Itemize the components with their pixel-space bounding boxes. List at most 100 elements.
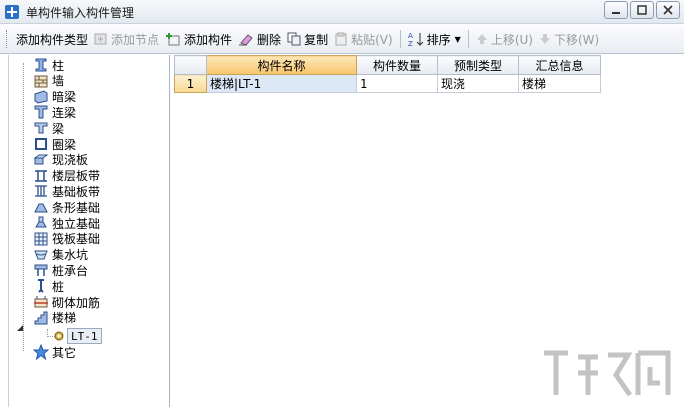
tree-item-label: LT-1 (67, 328, 102, 344)
column-header-summary[interactable]: 汇总信息 (518, 55, 601, 75)
tree-item[interactable]: 基础板带 (33, 183, 100, 199)
cell-summary[interactable]: 楼梯 (518, 74, 601, 93)
tree-item[interactable]: 梁 (33, 120, 64, 136)
tree-item[interactable]: 楼层板带 (33, 168, 100, 184)
paste-icon (335, 32, 347, 46)
tree-item-label: 圈梁 (52, 137, 77, 152)
window-title: 单构件输入构件管理 (26, 6, 135, 20)
masonry-rebar-icon (34, 296, 48, 308)
cell-quantity[interactable]: 1 (356, 74, 438, 93)
tree-item-label: 现浇板 (52, 153, 89, 168)
toolbar-separator (399, 30, 401, 48)
tree-item[interactable]: 墙 (33, 73, 64, 89)
pile-icon (38, 279, 44, 293)
add-component-button[interactable]: 添加构件 (162, 28, 235, 50)
tree-item[interactable]: 圈梁 (33, 136, 76, 152)
add-node-icon (94, 33, 107, 45)
tree-item[interactable]: 柱 (33, 57, 64, 73)
tree-item-label: 柱 (52, 58, 65, 73)
tree-item-label: 桩 (52, 279, 65, 294)
column-header-quantity[interactable]: 构件数量 (356, 55, 438, 75)
row-number-header (174, 55, 207, 75)
tree-item-label: 桩承台 (52, 263, 89, 278)
coupling-beam-icon (34, 105, 48, 119)
tree-item-label: 集水坑 (52, 248, 89, 263)
sort-button[interactable]: AZ 排序 ▼ (405, 28, 464, 50)
hidden-beam-icon (34, 90, 48, 104)
tree-item[interactable]: 楼梯 (33, 310, 76, 326)
tree-item-label: 连梁 (52, 105, 77, 120)
tree-collapse-toggle[interactable]: ◢ (17, 319, 23, 335)
stair-icon (34, 311, 48, 325)
column-header-name[interactable]: 构件名称 (206, 55, 357, 75)
maximize-button[interactable] (630, 1, 654, 19)
move-up-button[interactable]: 上移(U) (473, 28, 536, 50)
tree-item-label: 基础板带 (52, 184, 101, 199)
tree-connector (23, 63, 24, 351)
strip-foundation-icon (34, 203, 48, 213)
tree-item-label: 梁 (52, 121, 65, 136)
cell-name[interactable]: 楼梯|LT-1 (206, 74, 357, 93)
table-row[interactable]: 1 楼梯|LT-1 1 现浇 楼梯 (174, 74, 601, 93)
copy-button[interactable]: 复制 (284, 28, 331, 50)
tree-item-lt1[interactable]: LT-1 (53, 328, 102, 344)
close-icon (663, 5, 673, 15)
column-header-type[interactable]: 预制类型 (437, 55, 519, 75)
move-down-button[interactable]: 下移(W) (536, 28, 602, 50)
tree-item[interactable]: 筏板基础 (33, 231, 100, 247)
beam-icon (34, 122, 48, 134)
maximize-icon (637, 5, 647, 15)
slab-icon (33, 154, 49, 165)
gear-icon (54, 331, 64, 341)
sump-icon (34, 250, 48, 260)
chevron-down-icon: ▼ (454, 34, 461, 44)
component-table: 构件名称 构件数量 预制类型 汇总信息 1 楼梯|LT-1 1 现浇 楼梯 (174, 55, 601, 93)
floor-strip-icon (35, 169, 47, 182)
toolbar-separator (467, 30, 469, 48)
ring-beam-icon (35, 138, 47, 150)
column-icon (35, 58, 47, 72)
sort-az-icon: AZ (408, 32, 424, 47)
add-node-button[interactable]: 添加节点 (91, 28, 162, 50)
tree-item[interactable]: 连梁 (33, 104, 76, 120)
tree-item-label: 墙 (52, 74, 65, 89)
tree-item[interactable]: 桩承台 (33, 262, 88, 278)
tree-item-other[interactable]: 其它 (33, 344, 76, 360)
title-bar: 单构件输入构件管理 (0, 0, 684, 24)
tree-item-label: 楼梯 (52, 311, 77, 326)
pile-cap-icon (34, 264, 48, 277)
tree-item[interactable]: 暗梁 (33, 89, 76, 105)
tree-item[interactable]: 集水坑 (33, 247, 88, 263)
cell-type[interactable]: 现浇 (437, 74, 519, 93)
minimize-button[interactable] (604, 1, 628, 19)
wall-icon (34, 75, 48, 88)
minimize-icon (612, 12, 620, 14)
tree-item[interactable]: 独立基础 (33, 215, 100, 231)
paste-button[interactable]: 粘贴(V) (331, 28, 396, 50)
tree-item-label: 暗梁 (52, 90, 77, 105)
expand-arrow-icon: ◢ (17, 322, 24, 332)
table-header-row: 构件名称 构件数量 预制类型 汇总信息 (174, 55, 601, 75)
tree-item-label: 条形基础 (52, 200, 101, 215)
component-tree[interactable]: 柱墙暗梁 连梁梁圈梁 现浇板 楼层板带 基础板带 条形基础 独立基础 筏板基础 集水坑 桩承台桩砌… (8, 55, 170, 407)
tree-item-label: 筏板基础 (52, 232, 101, 247)
tree-item[interactable]: 条形基础 (33, 199, 100, 215)
arrow-down-icon (539, 34, 550, 44)
row-number[interactable]: 1 (174, 74, 207, 93)
raft-foundation-icon (34, 232, 48, 246)
isolated-foundation-icon (35, 216, 47, 228)
tree-item-label: 楼层板带 (52, 169, 101, 184)
tree-item[interactable]: 砌体加筋 (33, 294, 100, 310)
close-button[interactable] (656, 1, 680, 19)
toolbar-grip (6, 30, 9, 48)
foundation-strip-icon (35, 185, 47, 198)
watermark-logo (544, 350, 671, 397)
add-type-button[interactable]: 添加构件类型 (13, 28, 91, 50)
tree-item[interactable]: 现浇板 (33, 152, 88, 168)
tree-item[interactable]: 桩 (33, 278, 64, 294)
star-icon (33, 344, 49, 360)
arrow-up-icon (476, 34, 487, 44)
svg-text:Z: Z (408, 40, 413, 47)
delete-button[interactable]: 删除 (235, 28, 284, 50)
add-component-icon (166, 33, 180, 46)
